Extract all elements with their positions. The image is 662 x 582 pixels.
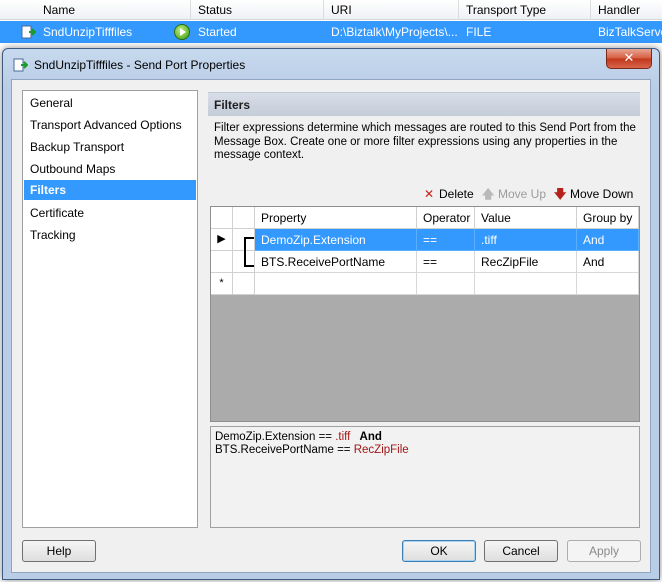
- cell-group-by[interactable]: And: [577, 251, 639, 273]
- new-row-selector[interactable]: *: [211, 273, 233, 295]
- move-up-button[interactable]: 🡅 Move Up: [482, 186, 546, 202]
- row-uri: D:\Biztalk\MyProjects\...: [331, 25, 458, 39]
- nav-item-general[interactable]: General: [24, 93, 196, 113]
- column-group-by[interactable]: Group by: [577, 207, 639, 229]
- help-button[interactable]: Help: [22, 540, 96, 562]
- dialog-client-area: General Transport Advanced Options Backu…: [11, 79, 651, 573]
- column-separator: [190, 0, 191, 20]
- column-handler[interactable]: Handler: [598, 3, 640, 17]
- apply-button[interactable]: Apply: [567, 540, 641, 562]
- preview-property: BTS.ReceivePortName: [215, 444, 334, 456]
- new-row-icon: *: [219, 277, 224, 289]
- filter-expression-preview: DemoZip.Extension == .tiff And BTS.Recei…: [210, 426, 640, 528]
- cell-property[interactable]: DemoZip.Extension: [255, 229, 417, 251]
- list-item-selected[interactable]: SndUnzipTifffiles Started D:\Biztalk\MyP…: [0, 21, 662, 43]
- preview-operator: ==: [337, 444, 351, 456]
- and-group-bracket-icon: [244, 237, 254, 267]
- cancel-button[interactable]: Cancel: [484, 540, 558, 562]
- cell-value-new[interactable]: [475, 273, 577, 295]
- filter-grid[interactable]: Property Operator Value Group by ▶ DemoZ…: [210, 206, 640, 422]
- send-port-icon: [21, 25, 36, 39]
- arrow-down-icon: 🡇: [554, 187, 567, 201]
- preview-value: RecZipFile: [353, 444, 409, 456]
- delete-icon: ✕: [423, 187, 435, 201]
- row-transport: FILE: [466, 25, 492, 39]
- delete-button[interactable]: ✕ Delete: [423, 186, 474, 202]
- property-pages-nav: General Transport Advanced Options Backu…: [22, 90, 198, 528]
- current-row-icon: ▶: [217, 233, 226, 245]
- panel-header: Filters: [208, 92, 640, 116]
- filter-grid-body: Property Operator Value Group by ▶ DemoZ…: [211, 207, 639, 295]
- move-down-button[interactable]: 🡇 Move Down: [554, 186, 633, 202]
- preview-group-operator: And: [359, 431, 382, 443]
- row-status: Started: [198, 25, 237, 39]
- cell-property-new[interactable]: [255, 273, 417, 295]
- cell-operator-new[interactable]: [417, 273, 475, 295]
- preview-operator: ==: [318, 431, 332, 443]
- dialog-title: SndUnzipTifffiles - Send Port Properties: [34, 58, 246, 72]
- row-name: SndUnzipTifffiles: [43, 25, 133, 39]
- send-port-properties-dialog: SndUnzipTifffiles - Send Port Properties…: [2, 48, 660, 580]
- ok-button[interactable]: OK: [402, 540, 476, 562]
- list-header: Name Status URI Transport Type Handler: [0, 0, 662, 20]
- panel-description: Filter expressions determine which messa…: [214, 122, 636, 161]
- preview-line: BTS.ReceivePortName == RecZipFile: [215, 444, 635, 457]
- cell-value[interactable]: RecZipFile: [475, 251, 577, 273]
- send-port-icon: [13, 58, 28, 72]
- nav-item-certificate[interactable]: Certificate: [24, 203, 196, 223]
- nav-item-transport-advanced-options[interactable]: Transport Advanced Options: [24, 115, 196, 135]
- column-value[interactable]: Value: [475, 207, 577, 229]
- row-selector-current[interactable]: ▶: [211, 229, 233, 251]
- cell-operator[interactable]: ==: [417, 229, 475, 251]
- column-operator[interactable]: Operator: [417, 207, 475, 229]
- cell-group-by[interactable]: And: [577, 229, 639, 251]
- column-uri[interactable]: URI: [331, 3, 352, 17]
- nav-item-tracking[interactable]: Tracking: [24, 225, 196, 245]
- cell-operator[interactable]: ==: [417, 251, 475, 273]
- column-status[interactable]: Status: [198, 3, 232, 17]
- row-handler: BizTalkServer: [598, 25, 662, 39]
- nav-item-outbound-maps[interactable]: Outbound Maps: [24, 159, 196, 179]
- nav-item-filters[interactable]: Filters: [24, 180, 196, 200]
- preview-line: DemoZip.Extension == .tiff And: [215, 431, 635, 444]
- preview-value: .tiff: [335, 431, 351, 443]
- started-status-icon: [174, 24, 190, 40]
- nav-item-backup-transport[interactable]: Backup Transport: [24, 137, 196, 157]
- arrow-up-icon: 🡅: [482, 187, 495, 201]
- column-separator: [590, 0, 591, 20]
- column-separator: [323, 0, 324, 20]
- close-button[interactable]: ✕: [606, 49, 652, 69]
- column-name[interactable]: Name: [43, 3, 75, 17]
- cell-value[interactable]: .tiff: [475, 229, 577, 251]
- column-transport-type[interactable]: Transport Type: [466, 3, 546, 17]
- close-icon: ✕: [623, 50, 635, 65]
- column-separator: [458, 0, 459, 20]
- cell-group-by-new[interactable]: [577, 273, 639, 295]
- grid-corner: [211, 207, 233, 229]
- title-bar[interactable]: SndUnzipTifffiles - Send Port Properties…: [3, 49, 659, 79]
- grid-group-column-header: [233, 207, 255, 229]
- column-property[interactable]: Property: [255, 207, 417, 229]
- row-group-marker: [233, 273, 255, 295]
- cell-property[interactable]: BTS.ReceivePortName: [255, 251, 417, 273]
- preview-property: DemoZip.Extension: [215, 431, 316, 443]
- row-selector[interactable]: [211, 251, 233, 273]
